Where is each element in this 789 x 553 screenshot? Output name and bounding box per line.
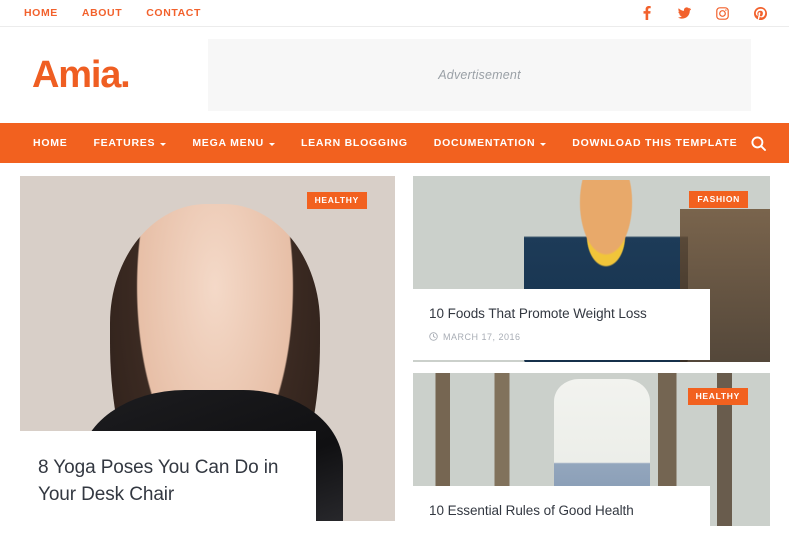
chevron-down-icon bbox=[269, 142, 276, 146]
top-nav-link-home[interactable]: HOME bbox=[24, 7, 58, 19]
featured-post-card[interactable]: HEALTHY 8 Yoga Poses You Can Do in Your … bbox=[20, 176, 395, 521]
facebook-icon[interactable] bbox=[640, 6, 653, 20]
site-logo[interactable]: Amia. bbox=[20, 56, 202, 94]
nav-item-label: LEARN BLOGGING bbox=[301, 137, 408, 149]
featured-post-overlay: 8 Yoga Poses You Can Do in Your Desk Cha… bbox=[20, 431, 316, 521]
nav-item-features[interactable]: FEATURES bbox=[81, 137, 180, 149]
main-nav-items: HOME FEATURES MEGA MENU LEARN BLOGGING D… bbox=[20, 137, 750, 149]
category-badge[interactable]: FASHION bbox=[689, 191, 748, 208]
post-title[interactable]: 10 Essential Rules of Good Health bbox=[429, 502, 694, 520]
chevron-down-icon bbox=[160, 142, 167, 146]
post-card[interactable]: HEALTHY 10 Essential Rules of Good Healt… bbox=[413, 373, 770, 526]
post-title[interactable]: 10 Foods That Promote Weight Loss bbox=[429, 305, 694, 323]
posts-grid: HEALTHY 8 Yoga Poses You Can Do in Your … bbox=[0, 163, 789, 526]
chevron-down-icon bbox=[540, 142, 547, 146]
nav-item-home[interactable]: HOME bbox=[20, 137, 81, 149]
featured-post-title[interactable]: 8 Yoga Poses You Can Do in Your Desk Cha… bbox=[38, 455, 290, 509]
post-meta: MARCH 17, 2016 bbox=[429, 332, 694, 342]
post-card[interactable]: FASHION 10 Foods That Promote Weight Los… bbox=[413, 176, 770, 362]
twitter-icon[interactable] bbox=[678, 7, 691, 20]
pinterest-icon[interactable] bbox=[754, 6, 767, 20]
clock-icon bbox=[429, 332, 438, 341]
category-badge[interactable]: HEALTHY bbox=[306, 192, 367, 209]
post-date: MARCH 17, 2016 bbox=[443, 331, 521, 342]
top-nav: HOME ABOUT CONTACT bbox=[24, 7, 201, 19]
nav-item-label: DOWNLOAD THIS TEMPLATE bbox=[572, 137, 738, 149]
secondary-column: FASHION 10 Foods That Promote Weight Los… bbox=[413, 176, 770, 526]
nav-item-label: FEATURES bbox=[93, 137, 156, 149]
social-links bbox=[640, 6, 767, 20]
site-header: Amia. Advertisement bbox=[0, 27, 789, 123]
top-nav-link-about[interactable]: ABOUT bbox=[82, 7, 122, 19]
nav-item-learn-blogging[interactable]: LEARN BLOGGING bbox=[288, 137, 421, 149]
category-badge[interactable]: HEALTHY bbox=[687, 388, 748, 405]
nav-item-label: MEGA MENU bbox=[192, 137, 265, 149]
top-nav-link-contact[interactable]: CONTACT bbox=[146, 7, 201, 19]
main-nav: HOME FEATURES MEGA MENU LEARN BLOGGING D… bbox=[0, 123, 789, 163]
featured-column: HEALTHY 8 Yoga Poses You Can Do in Your … bbox=[20, 176, 395, 526]
nav-item-documentation[interactable]: DOCUMENTATION bbox=[421, 137, 560, 149]
nav-item-download-this-template[interactable]: DOWNLOAD THIS TEMPLATE bbox=[559, 137, 750, 149]
advertisement-banner: Advertisement bbox=[208, 39, 751, 111]
search-icon[interactable] bbox=[750, 131, 767, 155]
post-overlay: 10 Essential Rules of Good Health bbox=[413, 486, 710, 526]
top-bar: HOME ABOUT CONTACT bbox=[0, 0, 789, 27]
instagram-icon[interactable] bbox=[716, 6, 729, 20]
advertisement-label: Advertisement bbox=[438, 68, 521, 82]
nav-item-label: HOME bbox=[33, 137, 68, 149]
nav-item-label: DOCUMENTATION bbox=[433, 137, 536, 149]
nav-item-mega-menu[interactable]: MEGA MENU bbox=[179, 137, 288, 149]
post-overlay: 10 Foods That Promote Weight Loss MARCH … bbox=[413, 289, 710, 360]
